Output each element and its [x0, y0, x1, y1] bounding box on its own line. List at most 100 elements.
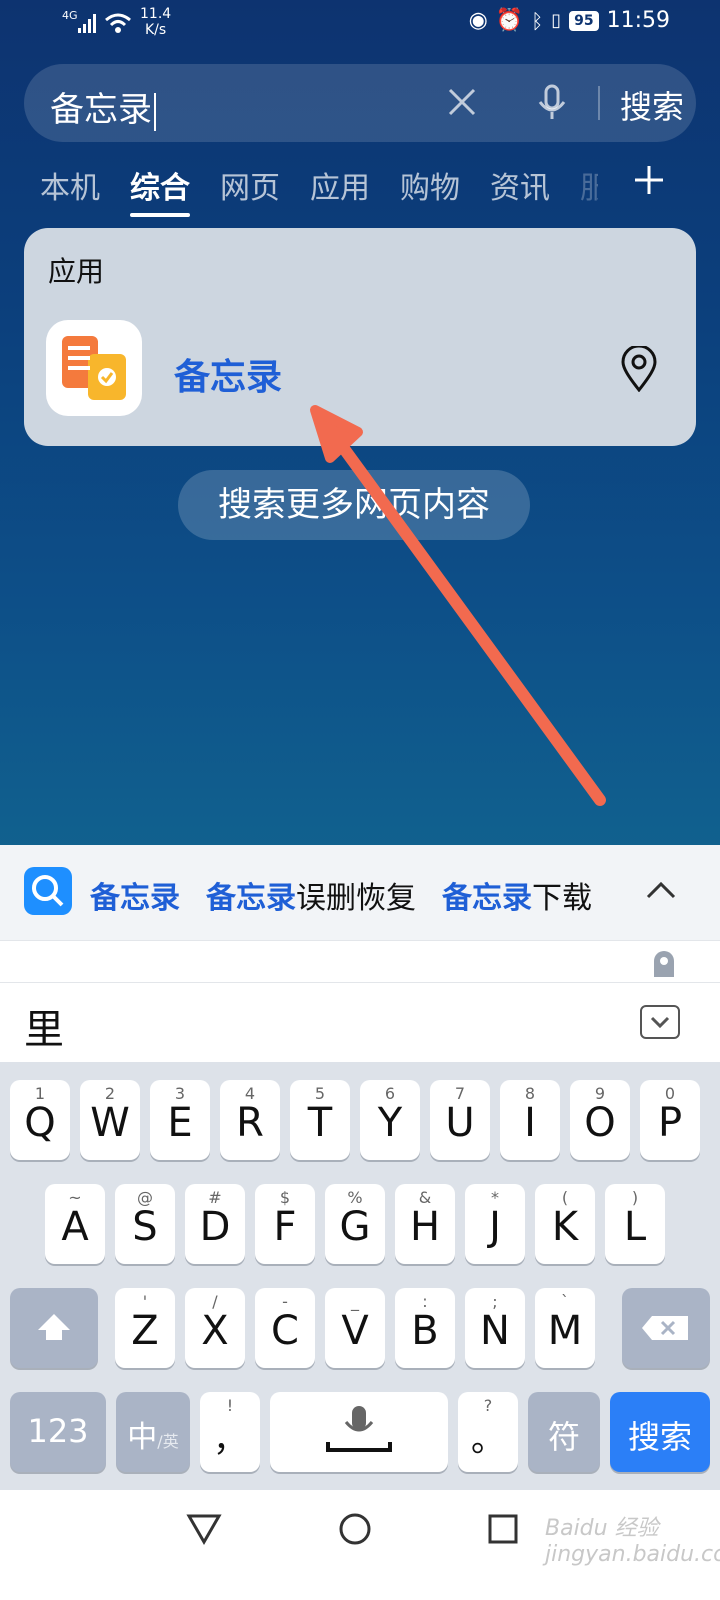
- key-h[interactable]: & H: [395, 1184, 455, 1264]
- key-f[interactable]: $ F: [255, 1184, 315, 1264]
- key-v[interactable]: _ V: [325, 1288, 385, 1368]
- backspace-key[interactable]: [622, 1288, 710, 1368]
- symbol-key[interactable]: 符: [528, 1392, 600, 1472]
- key-main: C: [271, 1308, 299, 1354]
- recents-icon[interactable]: [488, 1514, 518, 1544]
- key-main: R: [236, 1100, 264, 1146]
- speed-value: 11.4: [140, 6, 172, 22]
- key-k[interactable]: (K: [535, 1184, 595, 1264]
- shift-key[interactable]: [10, 1288, 98, 1368]
- key-b[interactable]: :B: [395, 1288, 455, 1368]
- key-main: Y: [377, 1100, 403, 1146]
- search-icon: [24, 867, 72, 915]
- suggestion-rest: 误删恢复: [296, 881, 416, 916]
- lang-secondary: 英: [162, 1432, 179, 1451]
- bluetooth-icon: ᛒ: [531, 8, 544, 33]
- key-m[interactable]: ` M: [535, 1288, 595, 1368]
- key-z[interactable]: ' Z: [115, 1288, 175, 1368]
- key-q[interactable]: 1Q: [10, 1080, 70, 1160]
- tab-news[interactable]: 资讯: [490, 163, 550, 207]
- key-main: S: [132, 1204, 158, 1250]
- suggestion-item[interactable]: 备忘录下载: [442, 873, 592, 917]
- key-main: 中/英: [127, 1420, 179, 1455]
- tab-local[interactable]: 本机: [40, 163, 100, 207]
- key-j[interactable]: * J: [465, 1184, 525, 1264]
- key-main: K: [551, 1204, 579, 1250]
- key-l[interactable]: ) L: [605, 1184, 665, 1264]
- search-button[interactable]: 搜索: [620, 82, 684, 128]
- key-d[interactable]: # D: [185, 1184, 245, 1264]
- eye-icon: ◉: [468, 8, 488, 33]
- key-main: F: [273, 1204, 297, 1250]
- key-r[interactable]: 4R: [220, 1080, 280, 1160]
- app-name[interactable]: 备忘录: [174, 348, 282, 400]
- candidate-word[interactable]: 里: [24, 997, 64, 1055]
- key-i[interactable]: 8I: [500, 1080, 560, 1160]
- chevron-up-icon[interactable]: [644, 875, 678, 905]
- key-s[interactable]: @ S: [115, 1184, 175, 1264]
- vibrate-icon: ▯: [551, 10, 562, 31]
- suggestion-item[interactable]: 备忘录误删恢复: [206, 873, 416, 917]
- memo-app-icon[interactable]: [46, 320, 142, 416]
- key-y[interactable]: 6Y: [360, 1080, 420, 1160]
- key-g[interactable]: % G: [325, 1184, 385, 1264]
- collapse-keyboard-icon[interactable]: [640, 1005, 680, 1039]
- key-p[interactable]: 0P: [640, 1080, 700, 1160]
- suggestion-item[interactable]: 备忘录: [90, 873, 180, 917]
- suggestion-highlight: 备忘录: [90, 881, 180, 916]
- key-main: A: [61, 1204, 89, 1250]
- key-main: 123: [27, 1412, 89, 1450]
- suggestion-rest: 下载: [532, 881, 592, 916]
- keyboard-logo-icon[interactable]: [648, 947, 680, 979]
- category-tabs: 本机 综合 网页 应用 购物 资讯 服: [40, 163, 598, 217]
- search-more-web-button[interactable]: 搜索更多网页内容: [178, 470, 530, 540]
- tab-apps[interactable]: 应用: [310, 163, 370, 207]
- number-mode-key[interactable]: 123: [10, 1392, 106, 1472]
- tab-web[interactable]: 网页: [220, 163, 280, 207]
- key-main: 。: [471, 1420, 505, 1460]
- key-main: H: [409, 1204, 441, 1250]
- key-u[interactable]: 7U: [430, 1080, 490, 1160]
- key-main: Z: [131, 1308, 159, 1354]
- plus-icon[interactable]: [633, 164, 665, 196]
- tab-service[interactable]: 服: [580, 163, 598, 207]
- keyboard-toolbar: [0, 940, 720, 983]
- key-main: U: [445, 1100, 475, 1146]
- location-pin-icon[interactable]: [620, 346, 658, 392]
- key-c[interactable]: -C: [255, 1288, 315, 1368]
- back-icon[interactable]: [186, 1512, 222, 1546]
- key-main: J: [489, 1204, 501, 1250]
- status-right: ◉ ⏰ ᛒ ▯ 95 11:59: [469, 8, 670, 33]
- close-icon[interactable]: [442, 82, 482, 122]
- key-e[interactable]: 3E: [150, 1080, 210, 1160]
- microphone-icon[interactable]: [532, 82, 572, 122]
- comma-key[interactable]: !，: [200, 1392, 260, 1472]
- search-query-text: 备忘录: [50, 90, 152, 130]
- search-box[interactable]: 备忘录 搜索: [24, 64, 696, 142]
- speed-unit: K/s: [144, 22, 167, 38]
- navigation-bar: Baidu 经验 jingyan.baidu.com: [0, 1490, 720, 1600]
- shift-icon: [38, 1314, 70, 1340]
- key-a[interactable]: ~ A: [45, 1184, 105, 1264]
- key-t[interactable]: 5T: [290, 1080, 350, 1160]
- language-switch-key[interactable]: 中/英: [116, 1392, 190, 1472]
- tab-all[interactable]: 综合: [130, 163, 190, 217]
- key-x[interactable]: / X: [185, 1288, 245, 1368]
- search-enter-key[interactable]: 搜索: [610, 1392, 710, 1472]
- tab-shopping[interactable]: 购物: [400, 163, 460, 207]
- key-main: ，: [213, 1420, 247, 1460]
- candidate-bar: 里: [0, 982, 720, 1063]
- key-main: T: [307, 1100, 333, 1146]
- suggestion-bar: 备忘录 备忘录误删恢复 备忘录下载: [0, 845, 720, 940]
- period-key[interactable]: ?。: [458, 1392, 518, 1472]
- search-divider: [598, 86, 600, 120]
- key-main: X: [201, 1308, 229, 1354]
- space-key[interactable]: [270, 1392, 448, 1472]
- key-main: 符: [547, 1418, 580, 1456]
- key-n[interactable]: ; N: [465, 1288, 525, 1368]
- key-w[interactable]: 2W: [80, 1080, 140, 1160]
- home-icon[interactable]: [338, 1512, 372, 1546]
- key-o[interactable]: 9O: [570, 1080, 630, 1160]
- memo-icon: [62, 336, 126, 400]
- search-input[interactable]: 备忘录: [50, 82, 156, 131]
